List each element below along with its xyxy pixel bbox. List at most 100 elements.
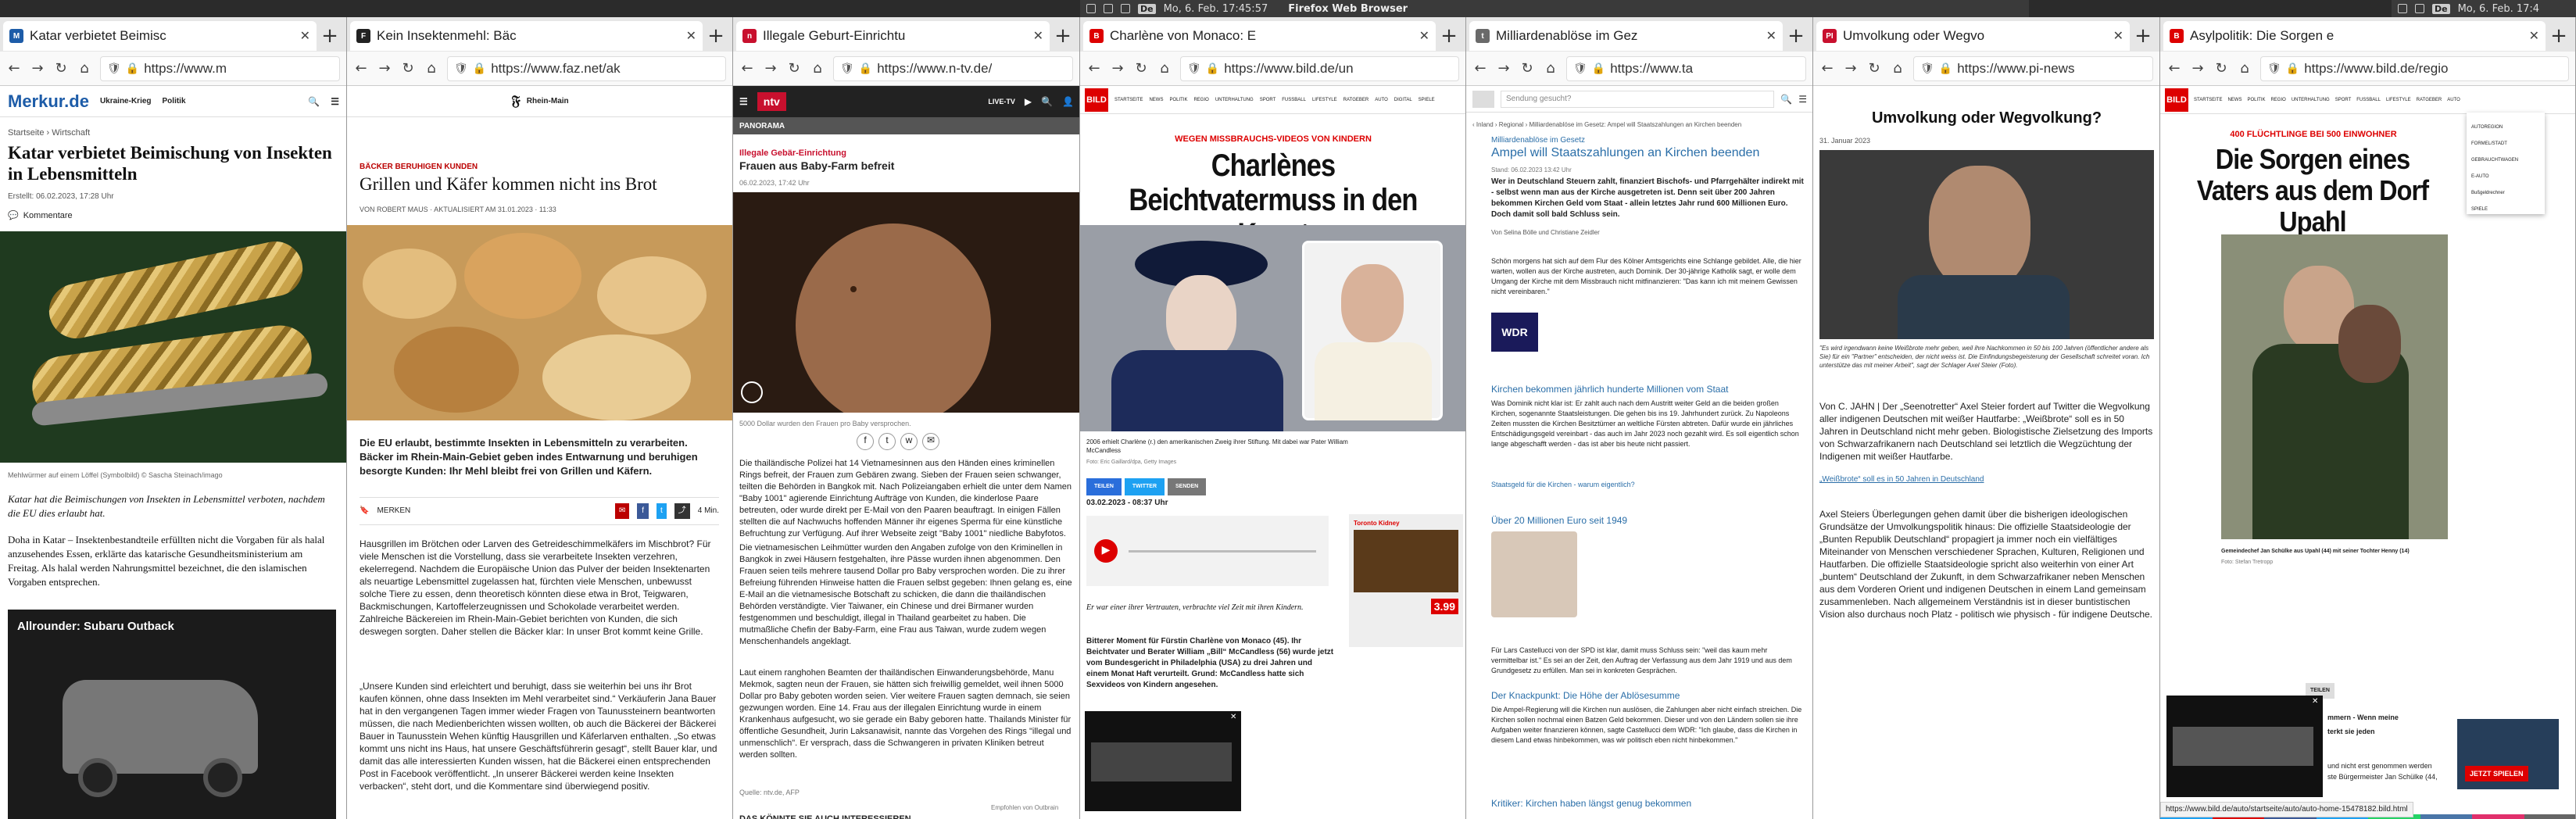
nav-link[interactable]: STARTSEITE — [2194, 94, 2222, 106]
reload-icon[interactable]: ↻ — [786, 60, 802, 77]
url-bar[interactable]: 🛡 🔒 https://www.bild.de/un — [1180, 55, 1459, 81]
video-player[interactable]: ✕ — [2166, 696, 2323, 797]
nav-link[interactable]: Ukraine-Krieg — [100, 95, 152, 108]
url-bar[interactable]: 🛡 🔒 https://www.m — [100, 55, 340, 81]
close-icon[interactable]: ✕ — [2312, 697, 2318, 706]
outbrain-label[interactable]: Empfohlen von Outbrain — [991, 802, 1058, 814]
wdr-logo[interactable]: WDR — [1491, 313, 1538, 352]
menu-item[interactable]: AUTOREGION — [2471, 121, 2540, 134]
forward-icon[interactable]: → — [1496, 60, 1512, 77]
reload-icon[interactable]: ↻ — [1866, 60, 1882, 77]
new-tab-button[interactable]: + — [317, 24, 343, 48]
forward-icon[interactable]: → — [1110, 60, 1125, 77]
reload-icon[interactable]: ↻ — [400, 60, 416, 77]
url-bar[interactable]: 🛡 🔒 https://www.bild.de/regio — [2260, 55, 2569, 81]
mail-icon[interactable]: ✉ — [922, 433, 939, 450]
nav-link[interactable]: Politik — [163, 95, 186, 108]
nav-link[interactable]: UNTERHALTUNG — [1215, 94, 1254, 106]
new-tab-button[interactable]: + — [1783, 24, 1809, 48]
related-link[interactable]: Staatsgeld für die Kirchen - warum eigen… — [1491, 478, 1635, 491]
video-player[interactable]: ✕ — [1085, 711, 1241, 811]
url-bar[interactable]: 🛡 🔒 https://www.faz.net/ak — [447, 55, 726, 81]
nav-link[interactable]: SPIELE — [1419, 94, 1435, 106]
user-icon[interactable]: 👤 — [1062, 95, 1074, 108]
tab-active[interactable]: n Illegale Geburt-Einrichtu ✕ — [736, 21, 1050, 51]
instagram-icon[interactable] — [2472, 814, 2524, 819]
twitter-icon[interactable]: t — [878, 433, 896, 450]
back-icon[interactable]: ← — [6, 60, 22, 77]
back-icon[interactable]: ← — [1819, 60, 1835, 77]
site-logo[interactable]: BILD — [1085, 88, 1108, 112]
home-icon[interactable]: ⌂ — [77, 60, 92, 77]
nav-link[interactable]: RATGEBER — [2417, 94, 2442, 106]
nav-link[interactable]: REGIO — [2270, 94, 2285, 106]
menu-icon[interactable]: ☰ — [1798, 93, 1807, 106]
search-input[interactable]: Sendung gesucht? — [1501, 90, 1775, 108]
tray-icon[interactable] — [2415, 4, 2424, 13]
search-icon[interactable]: 🔍 — [1041, 95, 1053, 108]
site-logo[interactable]: ntv — [757, 92, 786, 111]
keyboard-layout-indicator[interactable]: De — [2432, 3, 2450, 14]
save-button[interactable]: MERKEN — [377, 505, 410, 517]
send-button[interactable]: SENDEN — [1168, 478, 1207, 495]
close-tab-icon[interactable]: ✕ — [2113, 28, 2123, 44]
nav-link[interactable]: SPORT — [1260, 94, 1276, 106]
tab-active[interactable]: M Katar verbietet Beimisc ✕ — [3, 21, 317, 51]
ad-banner[interactable]: Allrounder: Subaru Outback — [8, 610, 336, 819]
comments-link[interactable]: 💬 Kommentare — [8, 209, 73, 222]
home-icon[interactable]: ⌂ — [1890, 60, 1905, 77]
twitter-icon[interactable]: t — [656, 503, 667, 519]
nav-link[interactable]: AUTO — [2447, 94, 2460, 106]
close-tab-icon[interactable]: ✕ — [2529, 28, 2539, 44]
close-tab-icon[interactable]: ✕ — [1419, 28, 1429, 44]
url-bar[interactable]: 🛡 🔒 https://www.ta — [1566, 55, 1806, 81]
menu-icon[interactable]: ☰ — [331, 95, 339, 108]
back-icon[interactable]: ← — [2166, 60, 2182, 77]
home-icon[interactable]: ⌂ — [1543, 60, 1558, 77]
play-icon[interactable]: ▶ — [1094, 539, 1118, 563]
play-icon[interactable]: ▶ — [1025, 95, 1032, 108]
reload-icon[interactable]: ↻ — [1519, 60, 1535, 77]
close-tab-icon[interactable]: ✕ — [300, 28, 310, 44]
tab-active[interactable]: PI Umvolkung oder Wegvo ✕ — [1816, 21, 2130, 51]
nav-link[interactable]: LIFESTYLE — [1312, 94, 1337, 106]
new-tab-button[interactable]: + — [1050, 24, 1076, 48]
url-bar[interactable]: 🛡 🔒 https://www.pi-news — [1913, 55, 2153, 81]
nav-link[interactable]: DIGITAL — [1394, 94, 1412, 106]
nav-link[interactable]: POLITIK — [1169, 94, 1187, 106]
home-icon[interactable]: ⌂ — [424, 60, 439, 77]
new-tab-button[interactable]: + — [1436, 24, 1462, 48]
share-icon[interactable]: ⤴ — [674, 503, 690, 519]
tray-icon[interactable] — [2398, 4, 2407, 13]
menu-item[interactable]: GEBRAUCHTWAGEN — [2471, 154, 2540, 166]
twitter-button[interactable]: TWITTER — [1124, 478, 1165, 495]
menu-icon[interactable]: ☰ — [739, 95, 748, 108]
mail-icon[interactable]: ✉ — [614, 503, 630, 519]
nav-link[interactable]: POLITIK — [2247, 94, 2265, 106]
menu-item[interactable]: E-AUTO — [2471, 170, 2540, 183]
reload-icon[interactable]: ↻ — [2213, 60, 2229, 77]
tab-active[interactable]: F Kein Insektenmehl: Bäc ✕ — [350, 21, 703, 51]
bookmark-icon[interactable]: 🔖 — [360, 505, 369, 517]
ad-banner[interactable]: Toronto Kidney 3.99 — [1349, 514, 1463, 647]
reload-icon[interactable]: ↻ — [53, 60, 69, 77]
new-tab-button[interactable]: + — [2546, 24, 2572, 48]
zoom-icon[interactable] — [741, 381, 763, 403]
close-tab-icon[interactable]: ✕ — [686, 28, 696, 44]
back-icon[interactable]: ← — [353, 60, 369, 77]
live-tv-link[interactable]: LIVE-TV — [988, 95, 1015, 108]
nav-link[interactable]: NEWS — [1149, 94, 1163, 106]
clock[interactable]: Mo, 6. Feb. 17:4 — [2458, 3, 2539, 15]
new-tab-button[interactable]: + — [2130, 24, 2156, 48]
close-tab-icon[interactable]: ✕ — [1033, 28, 1043, 44]
nav-link[interactable]: FUSSBALL — [1282, 94, 1306, 106]
audio-player[interactable]: ▶ — [1086, 516, 1329, 586]
inline-link[interactable]: „Weißbrote“ soll es in 50 Jahren in Deut… — [1819, 474, 2154, 486]
menu-item[interactable]: Bußgeldrechner — [2471, 187, 2540, 199]
close-tab-icon[interactable]: ✕ — [1766, 28, 1776, 44]
nav-link[interactable]: STARTSEITE — [1114, 94, 1143, 106]
new-tab-button[interactable]: + — [703, 24, 729, 48]
more-icon[interactable] — [2524, 814, 2575, 819]
clock[interactable]: Mo, 6. Feb. 17:45:57 — [1164, 3, 1268, 15]
forward-icon[interactable]: → — [377, 60, 392, 77]
